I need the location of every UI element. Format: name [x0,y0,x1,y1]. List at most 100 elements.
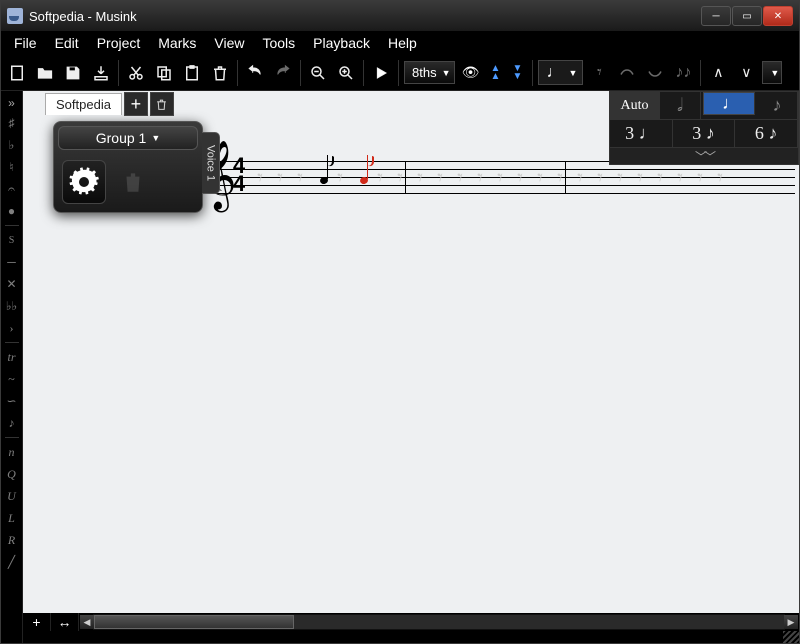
copy-button[interactable] [151,60,177,86]
beat[interactable]: 𝄾 [531,147,549,207]
beat[interactable]: 𝄾 [371,147,389,207]
beat[interactable] [351,147,369,207]
add-tab-button[interactable]: + [124,92,148,116]
delete-button[interactable] [207,60,233,86]
beat[interactable]: 𝄾 [451,147,469,207]
dynamic-n-icon[interactable]: n [3,443,21,461]
beat[interactable]: 𝄾 [251,147,269,207]
paste-button[interactable] [179,60,205,86]
menu-help[interactable]: Help [379,33,426,53]
marcato-side-icon[interactable]: › [3,319,21,337]
beat[interactable]: 𝄾 [431,147,449,207]
save-button[interactable] [60,60,86,86]
minimize-button[interactable]: ─ [701,6,731,26]
time-signature[interactable]: 4 4 [231,157,247,193]
staccato-tool-icon[interactable]: ● [3,202,21,220]
group-delete-button[interactable] [114,163,152,201]
beat[interactable]: 𝄾 [591,147,609,207]
group-select[interactable]: Group 1▼ [58,126,198,150]
picker-sextuplet[interactable]: 6 ♪ [735,120,798,147]
maximize-button[interactable]: ▭ [732,6,762,26]
score-canvas[interactable]: Softpedia + Group 1▼ Voice 1 [23,91,799,613]
resize-grip-icon[interactable] [783,631,799,643]
dynamic-r-icon[interactable]: R [3,531,21,549]
h-scroll-mode-icon[interactable]: ↔ [51,613,79,631]
beat[interactable]: 𝄾 [271,147,289,207]
transpose-up-icon[interactable]: ▲▲ [485,60,507,86]
double-flat-icon[interactable]: ♭♭ [3,297,21,315]
beat[interactable]: 𝄾 [491,147,509,207]
beat[interactable] [311,147,329,207]
dynamic-q-icon[interactable]: Q [3,465,21,483]
tie-tool-icon[interactable] [614,60,640,86]
menu-marks[interactable]: Marks [149,33,205,53]
picker-half-note-icon[interactable]: 𝅗𝅥 [660,92,701,119]
delete-tab-button[interactable] [150,92,174,116]
open-button[interactable] [32,60,58,86]
title-bar[interactable]: Softpedia - Musink ─ ▭ ✕ [1,1,799,31]
slur-tool-icon[interactable] [642,60,668,86]
mordent-tool-icon[interactable]: ~ [3,370,21,388]
horizontal-scrollbar[interactable]: ◀ ▶ [93,614,785,630]
sharp-tool-icon[interactable]: ♯ [3,114,21,132]
turn-tool-icon[interactable]: ∽ [3,392,21,410]
eighth-rest-icon: 𝄾 [257,165,263,191]
transpose-down-icon[interactable]: ▼▼ [507,60,529,86]
menu-file[interactable]: File [5,33,46,53]
accent-up-icon[interactable]: ∧ [704,59,732,87]
redo-button[interactable] [270,60,296,86]
group-settings-button[interactable] [62,160,106,204]
scroll-left-icon[interactable]: ◀ [80,615,94,629]
grace-tool-icon[interactable]: ♪ [3,414,21,432]
view-toggle-icon[interactable] [457,59,485,87]
beat[interactable]: 𝄾 [471,147,489,207]
menu-playback[interactable]: Playback [304,33,379,53]
close-button[interactable]: ✕ [763,6,793,26]
flat-tool-icon[interactable]: ♭ [3,136,21,154]
cut-button[interactable] [123,60,149,86]
group-panel[interactable]: Group 1▼ Voice 1 [53,121,203,213]
tenuto-side-icon[interactable]: ─ [3,253,21,271]
dynamic-l-icon[interactable]: L [3,509,21,527]
rest-tool-icon[interactable]: 𝄾 [586,60,612,86]
play-button[interactable] [368,60,394,86]
glissando-tool-icon[interactable]: ╱ [3,553,21,571]
voice-tab[interactable]: Voice 1 [202,132,220,194]
add-staff-button[interactable]: + [23,613,51,631]
menu-tools[interactable]: Tools [253,33,304,53]
beat[interactable]: 𝄾 [411,147,429,207]
fermata-tool-icon[interactable]: 𝄐 [3,180,21,198]
picker-quarter-note-icon[interactable]: ♩ [703,92,755,115]
zoom-out-button[interactable] [305,60,331,86]
more-tools-dropdown[interactable]: ▼ [762,61,782,84]
subdivision-select[interactable]: 8ths▼ [404,61,455,84]
picker-triplet-eighth[interactable]: 3 ♪ [673,120,736,147]
new-button[interactable] [4,60,30,86]
zoom-in-button[interactable] [333,60,359,86]
undo-button[interactable] [242,60,268,86]
beat[interactable]: 𝄾 [331,147,349,207]
menu-edit[interactable]: Edit [46,33,88,53]
slur-side-icon[interactable]: S [3,231,21,249]
natural-tool-icon[interactable]: ♮ [3,158,21,176]
dynamic-u-icon[interactable]: U [3,487,21,505]
menu-project[interactable]: Project [88,33,150,53]
export-button[interactable] [88,60,114,86]
note-value-select[interactable]: ♩▼ [538,60,584,85]
picker-triplet-quarter[interactable]: 3 ♩ [610,120,673,147]
trill-tool-icon[interactable]: tr [3,348,21,366]
picker-eighth-note-icon[interactable]: ♪ [757,92,798,119]
beat[interactable]: 𝄾 [571,147,589,207]
scrollbar-thumb[interactable] [94,615,294,629]
accent-down-icon[interactable]: ∨ [732,59,760,87]
expand-grip-icon[interactable]: » [8,96,15,110]
beat[interactable]: 𝄾 [511,147,529,207]
scroll-right-icon[interactable]: ▶ [784,615,798,629]
beat[interactable]: 𝄾 [291,147,309,207]
picker-auto[interactable]: Auto [610,92,660,119]
double-sharp-icon[interactable]: ✕ [3,275,21,293]
menu-view[interactable]: View [205,33,253,53]
picker-expand-icon[interactable]: ﹀﹀ [610,148,798,164]
beam-tool-icon[interactable]: ♪♪ [670,60,696,86]
tab-softpedia[interactable]: Softpedia [45,93,122,115]
